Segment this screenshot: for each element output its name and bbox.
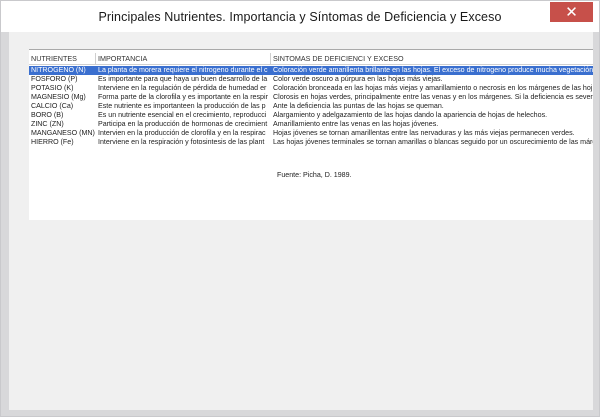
- cell-importance: La planta de morera requiere el nitrogen…: [98, 66, 268, 74]
- cell-nutrient: HIERRO (Fe): [31, 138, 74, 146]
- column-header-importancia[interactable]: IMPORTANCIA: [96, 53, 271, 64]
- cell-symptoms: Alargamiento y adelgazamiento de las hoj…: [273, 111, 548, 119]
- list-row[interactable]: FOSFORO (P) Es importante para que haya …: [29, 75, 593, 84]
- column-header-sintomas[interactable]: SINTOMAS DE DEFICIENCI Y EXCESO: [271, 53, 593, 64]
- list-row[interactable]: ZINC (ZN) Participa en la producción de …: [29, 120, 593, 129]
- cell-importance: Participa en la producción de hormonas d…: [98, 120, 268, 128]
- list-header: NUTRIENTES IMPORTANCIA SINTOMAS DE DEFIC…: [29, 53, 593, 64]
- cell-symptoms: Hojas jóvenes se tornan amarillentas ent…: [273, 129, 575, 137]
- cell-nutrient: NITROGENO (N): [31, 66, 86, 74]
- title-bar[interactable]: Principales Nutrientes. Importancia y Sí…: [1, 1, 599, 32]
- cell-nutrient: MANGANESO (MN): [31, 129, 95, 137]
- close-icon: ✕: [565, 3, 578, 21]
- list-row[interactable]: MAGNESIO (Mg) Forma parte de la clorofil…: [29, 93, 593, 102]
- cell-importance: Intervien en la producción de clorofila …: [98, 129, 266, 137]
- cell-importance: Interviene en la regulación de pérdida d…: [98, 84, 267, 92]
- cell-importance: Este nutriente es importanteen la produc…: [98, 102, 266, 110]
- nutrients-list-view[interactable]: NUTRIENTES IMPORTANCIA SINTOMAS DE DEFIC…: [29, 49, 593, 220]
- cell-nutrient: ZINC (ZN): [31, 120, 64, 128]
- cell-nutrient: BORO (B): [31, 111, 64, 119]
- cell-importance: Interviene en la respiración y fotosinte…: [98, 138, 265, 146]
- cell-nutrient: FOSFORO (P): [31, 75, 78, 83]
- list-row[interactable]: NITROGENO (N) La planta de morera requie…: [29, 66, 593, 75]
- list-row[interactable]: MANGANESO (MN) Intervien en la producció…: [29, 129, 593, 138]
- cell-symptoms: Coloración bronceada en las hojas más vi…: [273, 84, 593, 92]
- cell-nutrient: POTASIO (K): [31, 84, 74, 92]
- close-button[interactable]: ✕: [550, 2, 593, 22]
- cell-symptoms: Ante la deficiencia las puntas de las ho…: [273, 102, 444, 110]
- column-header-nutrientes[interactable]: NUTRIENTES: [29, 53, 96, 64]
- list-row[interactable]: CALCIO (Ca) Este nutriente es importante…: [29, 102, 593, 111]
- source-citation: Fuente: Picha, D. 1989.: [277, 171, 352, 179]
- cell-importance: Es un nutriente esencial en el crecimien…: [98, 111, 267, 119]
- list-row[interactable]: POTASIO (K) Interviene en la regulación …: [29, 84, 593, 93]
- window-client-area: NUTRIENTES IMPORTANCIA SINTOMAS DE DEFIC…: [9, 32, 593, 410]
- cell-symptoms: Color verde oscuro a púrpura en las hoja…: [273, 75, 443, 83]
- list-row[interactable]: BORO (B) Es un nutriente esencial en el …: [29, 111, 593, 120]
- header-divider: [29, 64, 593, 65]
- cell-nutrient: MAGNESIO (Mg): [31, 93, 86, 101]
- cell-nutrient: CALCIO (Ca): [31, 102, 74, 110]
- cell-importance: Forma parte de la clorofila y es importa…: [98, 93, 268, 101]
- cell-symptoms: Amarillamiento entre las venas en las ho…: [273, 120, 439, 128]
- window-title: Principales Nutrientes. Importancia y Sí…: [98, 9, 502, 24]
- list-row[interactable]: HIERRO (Fe) Interviene en la respiración…: [29, 138, 593, 147]
- app-window: Principales Nutrientes. Importancia y Sí…: [0, 0, 600, 417]
- cell-importance: Es importante para que haya un buen desa…: [98, 75, 268, 83]
- cell-symptoms: Las hojas jóvenes terminales se tornan a…: [273, 138, 593, 146]
- cell-symptoms: Coloración verde amarillenta brillante e…: [273, 66, 593, 74]
- cell-symptoms: Clorosis en hojas verdes, principalmente…: [273, 93, 593, 101]
